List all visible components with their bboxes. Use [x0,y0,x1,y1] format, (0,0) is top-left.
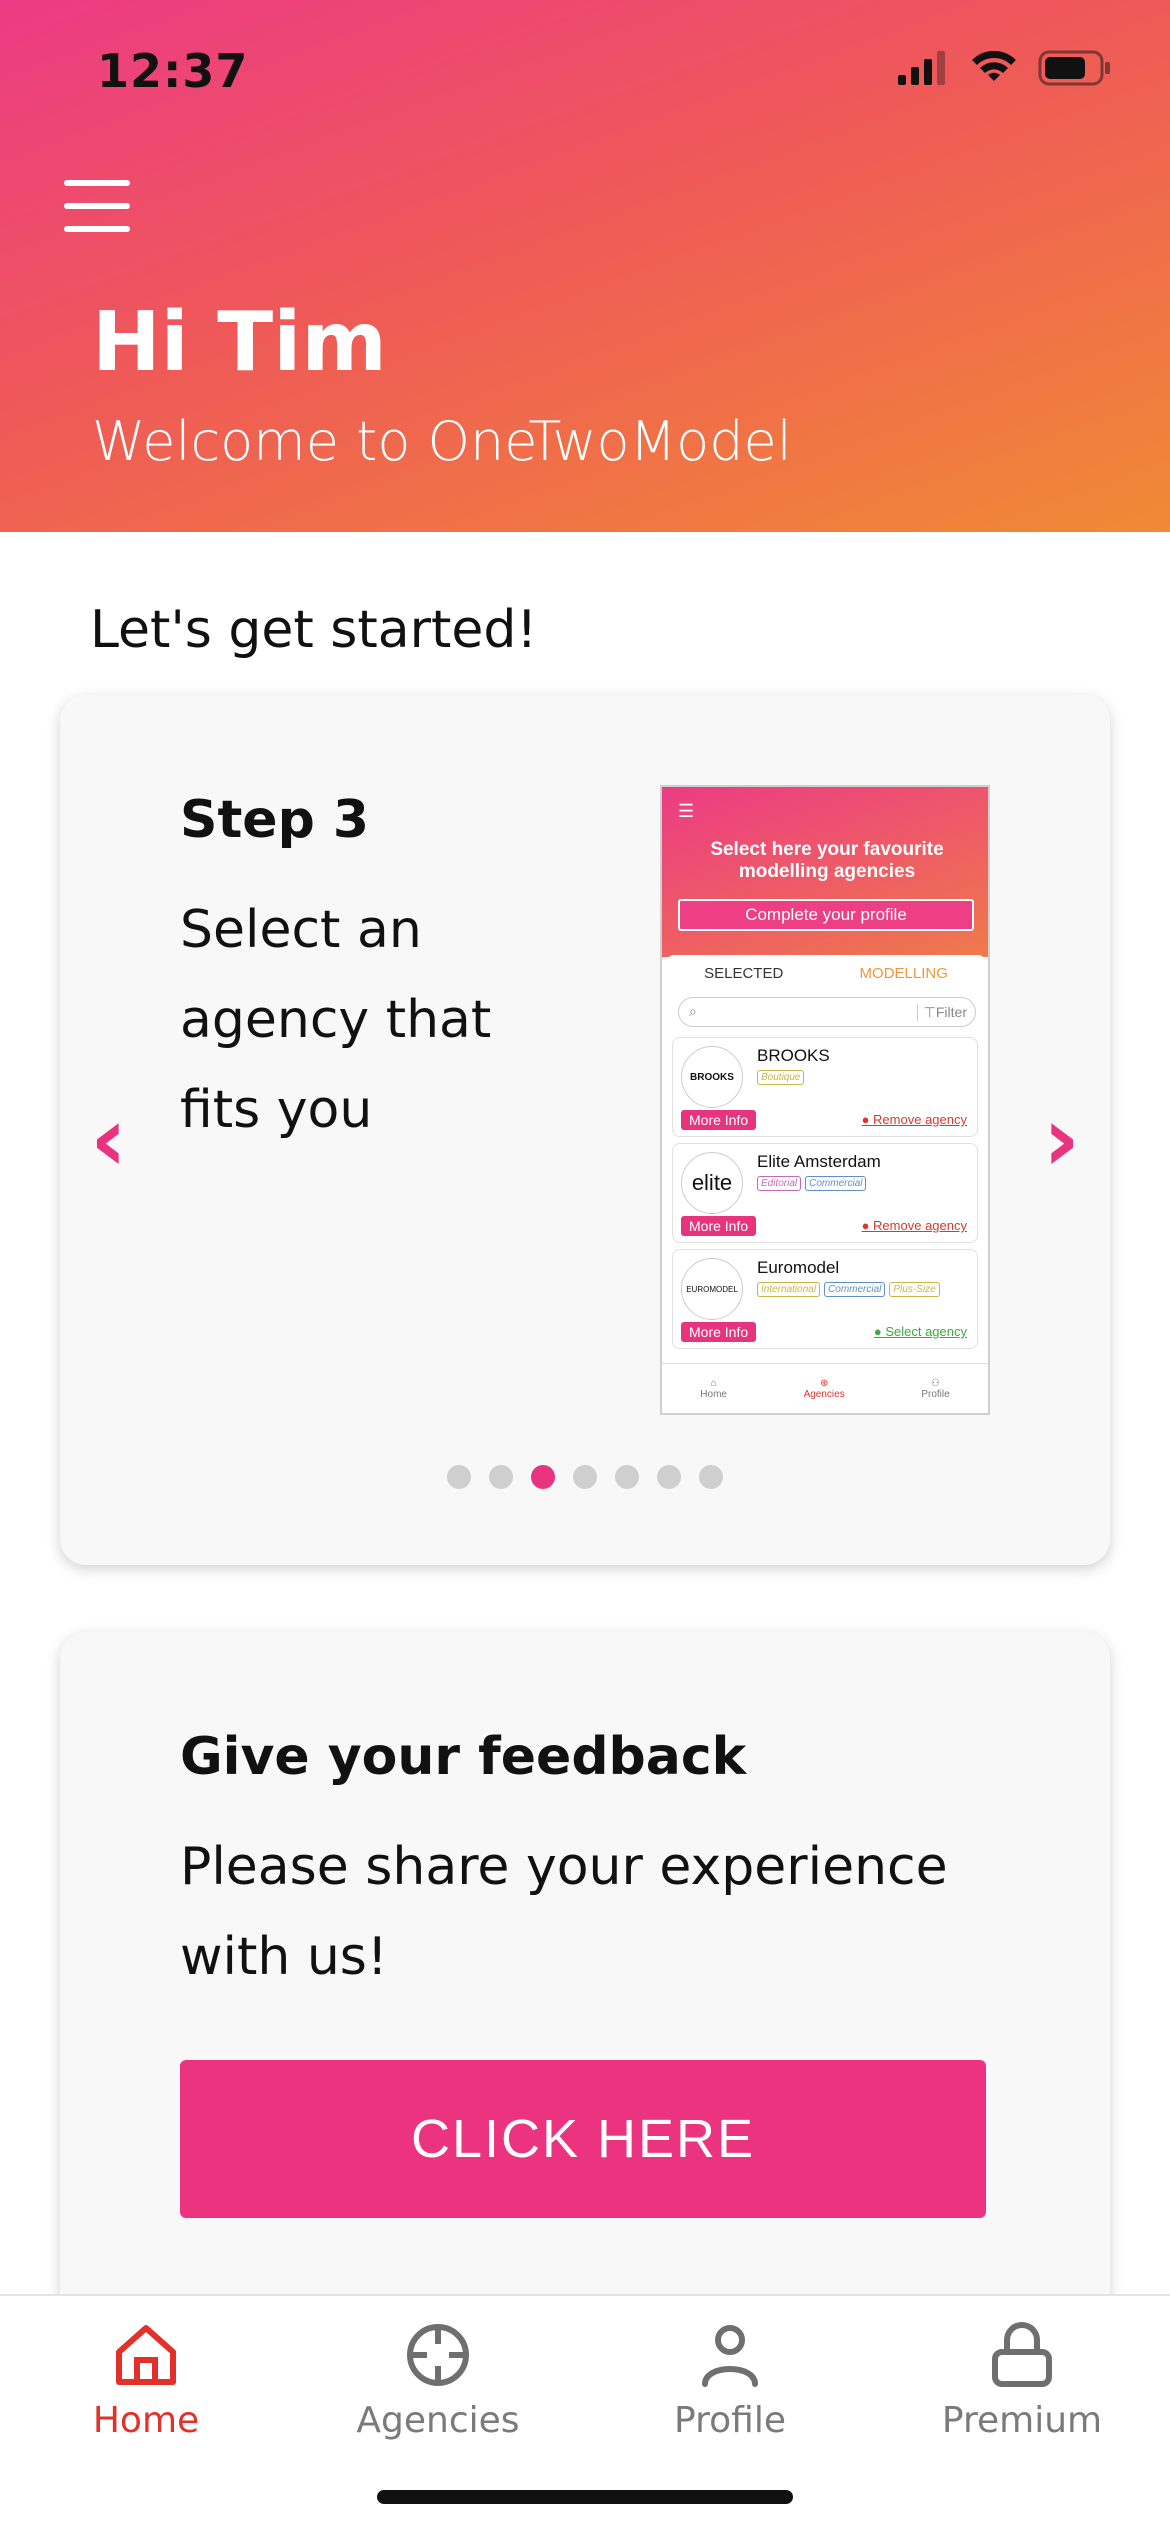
nav-label-premium: Premium [941,2400,1103,2441]
nav-label-agencies: Agencies [356,2400,520,2441]
preview-remove-agency: ● Remove agency [861,1218,967,1233]
nav-label-profile: Profile [674,2400,786,2441]
carousel-dot[interactable] [615,1465,639,1489]
nav-item-agencies[interactable]: Agencies [292,2306,584,2456]
preview-agency-tags: Boutique [757,1070,805,1085]
preview-agency-item: elite Elite Amsterdam Editorial Commerci… [672,1143,978,1243]
onboarding-carousel-card: ‹ Step 3 Select an agency that fits you … [60,695,1110,1565]
preview-tab-selected: SELECTED [704,965,784,982]
home-indicator [377,2490,793,2504]
lock-icon [992,2322,1052,2387]
carousel-dot[interactable] [573,1465,597,1489]
preview-header: ☰ Select here your favourite modelling a… [662,787,988,957]
nav-label-home: Home [92,2400,200,2441]
section-title: Let's get started! [90,600,538,660]
feedback-title: Give your feedback [180,1727,747,1787]
preview-nav-profile: ⚇ Profile [921,1377,950,1400]
preview-agency-name: Elite Amsterdam [757,1152,881,1171]
greeting-title: Hi Tim [92,295,387,390]
app-preview-image: ☰ Select here your favourite modelling a… [660,785,990,1415]
feedback-description: Please share your experience with us! [180,1837,948,1987]
preview-remove-agency: ● Remove agency [861,1112,967,1127]
status-time: 12:37 [97,44,249,98]
preview-tag: Commercial [805,1176,867,1191]
carousel-dot[interactable] [657,1465,681,1489]
menu-bar [64,226,130,232]
feedback-card: Give your feedback Please share your exp… [60,1632,1110,2352]
menu-bar [64,180,130,186]
wifi-icon [972,51,1016,81]
preview-select-agency: ● Select agency [873,1324,967,1339]
preview-agency-name: Euromodel [757,1258,840,1277]
nav-item-home[interactable]: Home [0,2306,292,2456]
preview-agency-tags: International Commercial Plus-Size [757,1282,940,1297]
nav-item-profile[interactable]: Profile [584,2306,876,2456]
step-title: Step 3 [180,790,370,850]
preview-tag: Boutique [757,1070,805,1085]
carousel-dot[interactable] [447,1465,471,1489]
preview-agency-logo: elite [681,1152,743,1214]
home-icon [116,2325,176,2385]
preview-complete-profile-button: Complete your profile [678,899,974,931]
signal-icon [898,51,945,85]
preview-bottom-nav: ⌂ Home ⊕ Agencies ⚇ Profile [662,1363,988,1413]
carousel-dot[interactable] [489,1465,513,1489]
preview-agency-item: EUROMODEL Euromodel International Commer… [672,1249,978,1349]
carousel-dots [60,1465,1110,1489]
preview-title: Select here your favourite modelling age… [710,839,944,882]
preview-more-info: More Info [681,1216,757,1236]
carousel-dot-active[interactable] [531,1465,555,1489]
menu-bar [64,203,130,209]
preview-tag: Editorial [757,1176,802,1191]
preview-search-icon: ⌕ [689,1003,697,1019]
preview-agency-tags: Editorial Commercial [757,1176,867,1191]
battery-icon [1038,50,1110,86]
preview-tab-modelling: MODELLING [859,965,948,982]
nav-item-premium[interactable]: Premium [876,2306,1168,2456]
preview-filter: ⊤Filter [916,1004,967,1021]
preview-nav-agencies: ⊕ Agencies [803,1377,845,1400]
preview-tag: Plus-Size [889,1282,940,1297]
preview-agency-logo: BROOKS [681,1046,743,1108]
preview-agency-item: BROOKS BROOKS Boutique More Info ● Remov… [672,1037,978,1137]
preview-more-info: More Info [681,1110,757,1130]
preview-tag: Commercial [824,1282,886,1297]
preview-tabs: SELECTED MODELLING [666,965,986,982]
preview-tag: International [757,1282,821,1297]
preview-nav-home: ⌂ Home [700,1377,727,1400]
chevron-left-icon[interactable]: ‹ [90,1095,127,1185]
crosshair-icon [407,2324,469,2386]
feedback-button[interactable]: CLICK HERE [180,2060,986,2218]
person-icon [702,2325,758,2387]
step-description: Select an agency that fits you [180,900,492,1140]
preview-more-info: More Info [681,1322,757,1342]
preview-agency-name: BROOKS [757,1046,830,1065]
status-icons [898,50,1112,86]
menu-icon[interactable] [64,180,130,232]
carousel-dot[interactable] [699,1465,723,1489]
preview-body: SELECTED MODELLING ⌕ ⊤Filter BROOKS BROO… [666,955,986,1375]
header: 12:37 Hi Tim Welcome to OneTwoModel [0,0,1170,532]
preview-agency-logo: EUROMODEL [681,1258,743,1320]
chevron-right-icon[interactable]: › [1043,1095,1080,1185]
preview-menu-icon: ☰ [678,801,695,821]
welcome-subtitle: Welcome to OneTwoModel [92,410,792,473]
preview-search-bar: ⌕ ⊤Filter [678,997,976,1027]
